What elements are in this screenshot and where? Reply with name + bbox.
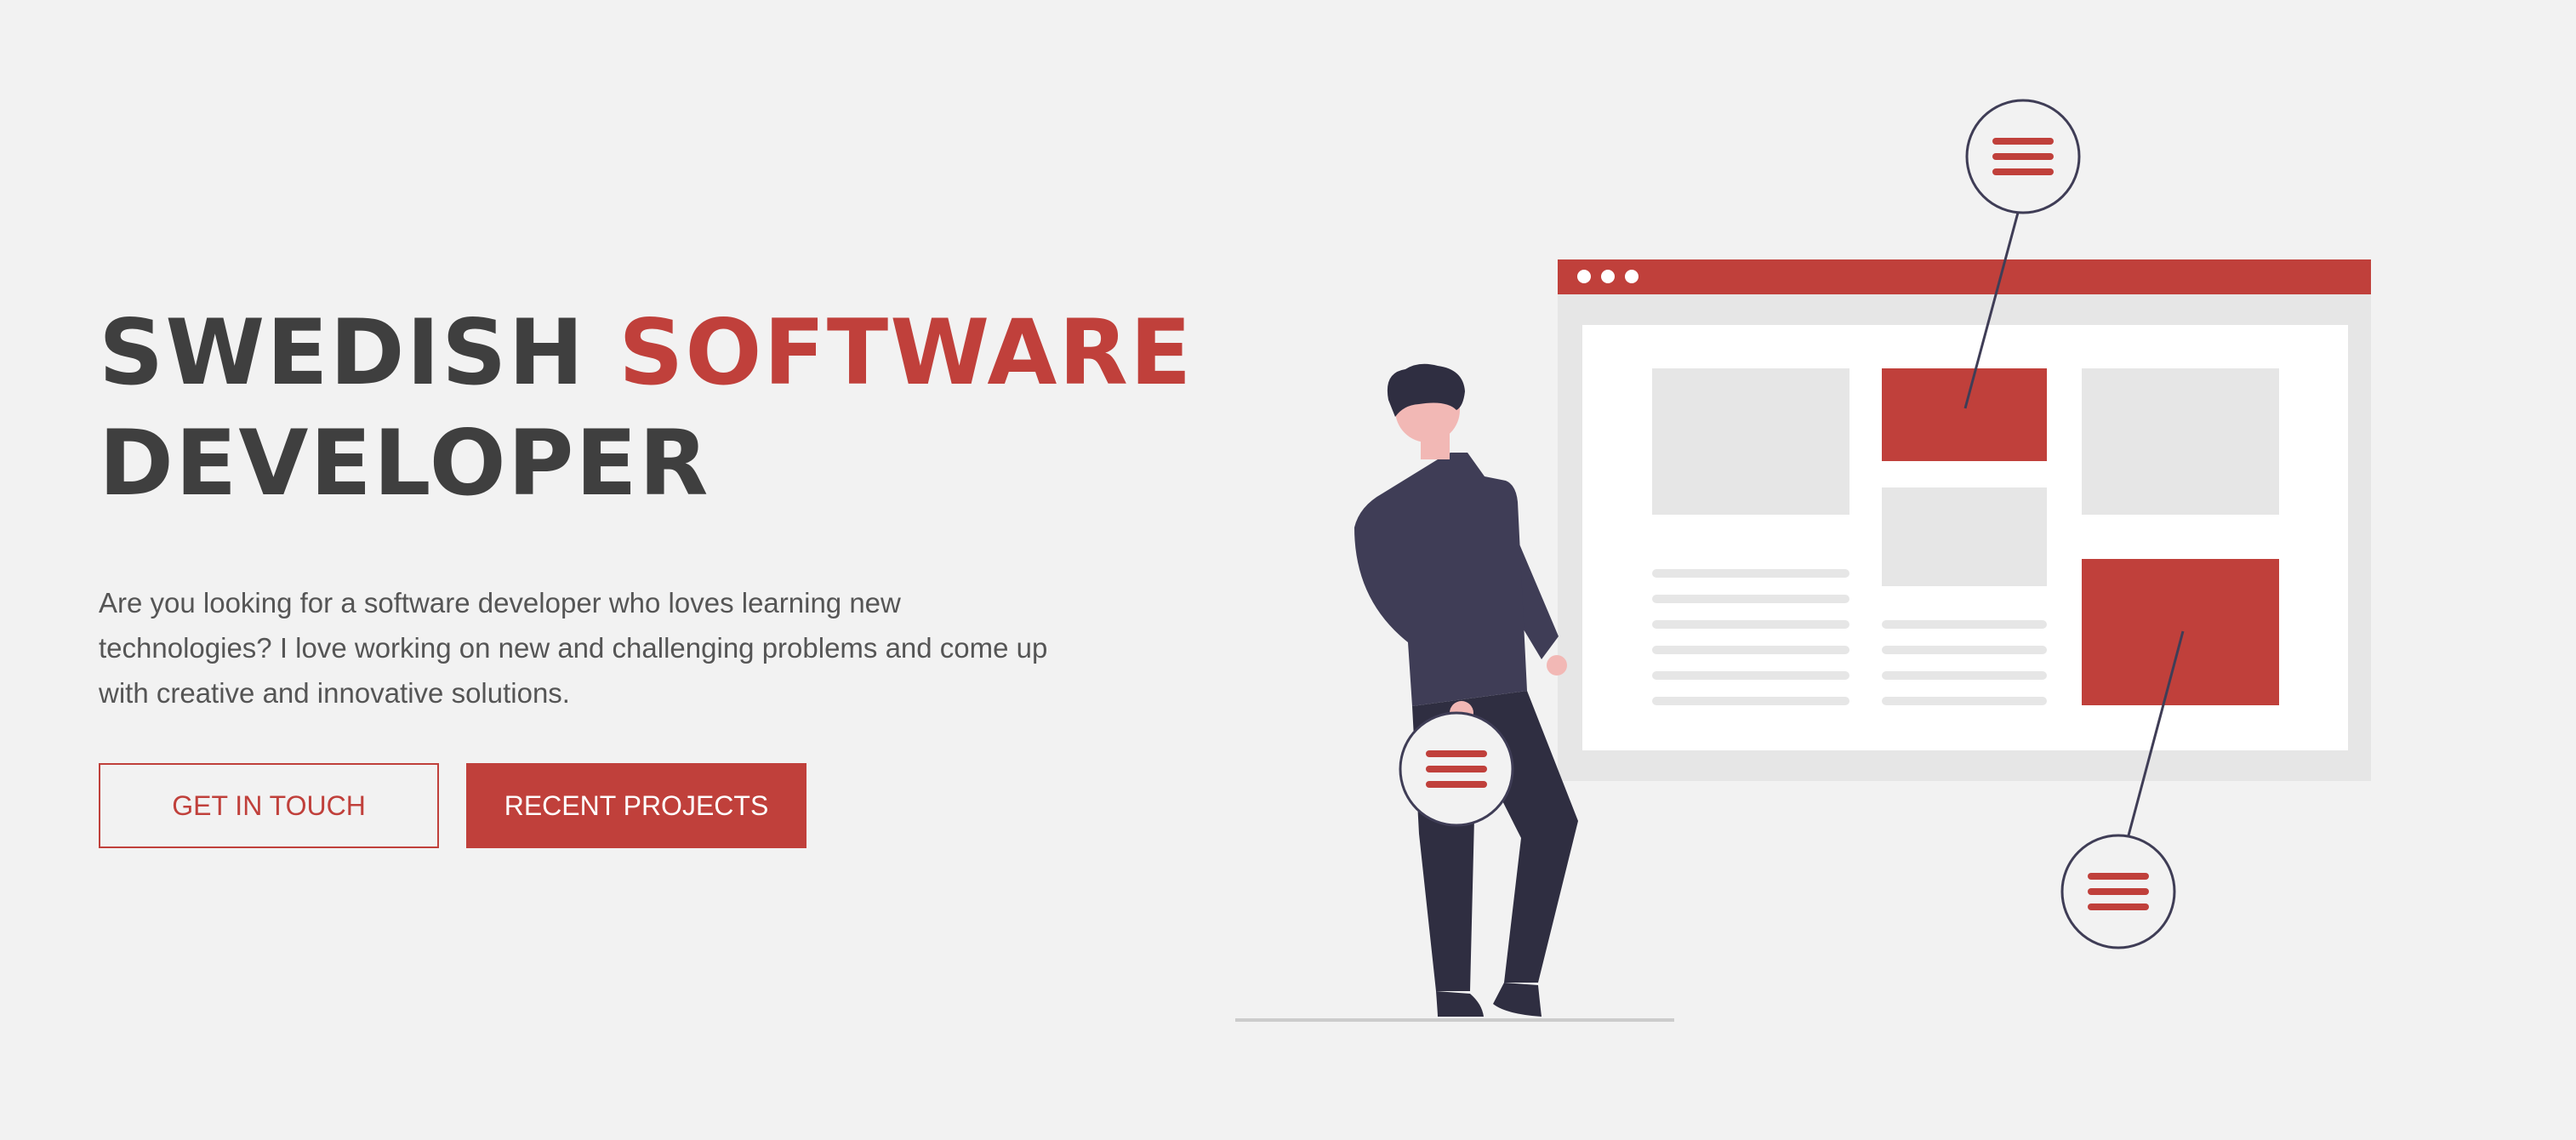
website-mockup (1558, 259, 2371, 781)
hero-headline: SWEDISH SOFTWARE DEVELOPER (99, 298, 1222, 519)
hero-intro: Are you looking for a software developer… (99, 587, 1048, 709)
get-in-touch-button[interactable]: GET IN TOUCH (99, 763, 439, 848)
menu-icon (2060, 834, 2176, 949)
floor-line (1235, 1018, 1674, 1022)
window-dot-icon (1625, 270, 1638, 283)
hero-actions: GET IN TOUCH RECENT PROJECTS (99, 763, 1222, 848)
menu-icon (1965, 99, 2081, 214)
window-dot-icon (1577, 270, 1591, 283)
window-dot-icon (1601, 270, 1615, 283)
hero-section: SWEDISH SOFTWARE DEVELOPER Are you looki… (99, 298, 1222, 848)
browser-title-bar (1558, 259, 2371, 294)
headline-part-1: SWEDISH (99, 300, 619, 405)
headline-part-2: DEVELOPER (99, 411, 710, 516)
recent-projects-button[interactable]: RECENT PROJECTS (466, 763, 806, 848)
headline-accent: SOFTWARE (618, 300, 1194, 405)
developer-figure (1354, 363, 1578, 1017)
menu-icon (1399, 711, 1514, 827)
